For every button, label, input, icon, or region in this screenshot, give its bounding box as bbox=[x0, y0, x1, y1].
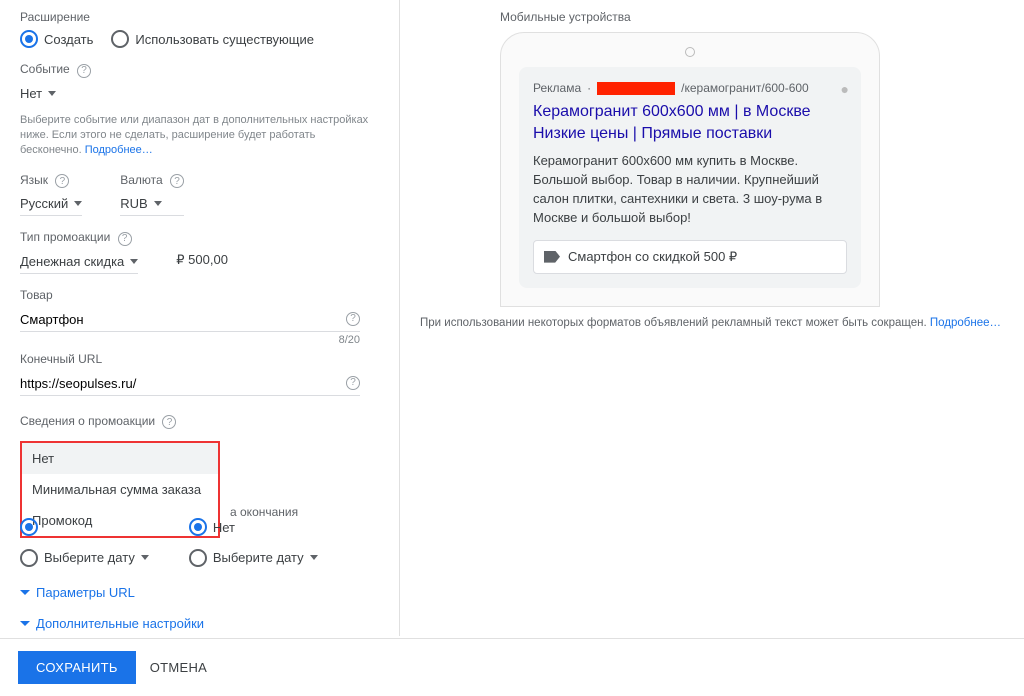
radio-icon bbox=[189, 549, 207, 567]
radio-icon bbox=[20, 549, 38, 567]
extension-label: Расширение bbox=[20, 10, 379, 24]
chevron-down-icon bbox=[141, 555, 149, 560]
chevron-down-icon bbox=[154, 201, 162, 206]
language-label: Язык ? bbox=[20, 173, 82, 189]
radio-use-existing[interactable]: Использовать существующие bbox=[111, 30, 314, 48]
product-label: Товар bbox=[20, 288, 379, 302]
radio-label: Использовать существующие bbox=[135, 32, 314, 47]
preview-panel: Мобильные устройства ● Реклама · /керамо… bbox=[400, 0, 1024, 636]
final-url-label: Конечный URL bbox=[20, 352, 379, 366]
radio-label: Выберите дату bbox=[213, 550, 304, 565]
promo-option-min-order[interactable]: Минимальная сумма заказа bbox=[22, 474, 218, 505]
radio-icon bbox=[20, 30, 38, 48]
help-icon[interactable]: ? bbox=[77, 64, 91, 78]
url-params-toggle[interactable]: Параметры URL bbox=[20, 585, 379, 600]
preview-label: Мобильные устройства bbox=[500, 10, 1004, 24]
redacted-domain bbox=[597, 82, 675, 95]
radio-label: Выберите дату bbox=[44, 550, 135, 565]
ad-url-row: Реклама · /керамогранит/600-600 bbox=[533, 81, 847, 95]
radio-create[interactable]: Создать bbox=[20, 30, 93, 48]
help-icon[interactable]: ? bbox=[162, 415, 176, 429]
advanced-settings-toggle[interactable]: Дополнительные настройки bbox=[20, 616, 379, 631]
chevron-down-icon bbox=[20, 621, 30, 626]
help-icon[interactable]: ? bbox=[118, 232, 132, 246]
radio-icon bbox=[189, 518, 207, 536]
promo-type-dropdown[interactable]: Денежная скидка bbox=[20, 250, 138, 274]
radio-icon bbox=[111, 30, 129, 48]
help-icon[interactable]: ? bbox=[346, 376, 360, 390]
help-icon[interactable]: ? bbox=[55, 174, 69, 188]
end-date-none-radio[interactable]: Нет bbox=[189, 518, 318, 536]
radio-label: Нет bbox=[213, 520, 235, 535]
ad-title: Керамогранит 600х600 мм | в Москве Низки… bbox=[533, 101, 847, 144]
chevron-down-icon bbox=[20, 590, 30, 595]
promo-amount[interactable]: ₽ 500,00 bbox=[176, 248, 228, 272]
chevron-down-icon bbox=[48, 91, 56, 96]
end-date-label: а окончания bbox=[230, 505, 298, 519]
form-panel: Расширение Создать Использовать существу… bbox=[0, 0, 400, 636]
tag-icon bbox=[544, 251, 560, 263]
radio-label: Создать bbox=[44, 32, 93, 47]
help-icon[interactable]: ? bbox=[170, 174, 184, 188]
product-counter: 8/20 bbox=[20, 334, 360, 346]
mobile-preview: ● Реклама · /керамогранит/600-600 Керамо… bbox=[500, 32, 880, 307]
learn-more-link[interactable]: Подробнее… bbox=[930, 317, 1001, 329]
ad-promo-extension: Смартфон со скидкой 500 ₽ bbox=[533, 240, 847, 274]
phone-speaker-icon bbox=[685, 47, 695, 57]
product-input[interactable] bbox=[20, 308, 360, 332]
ad-promo-text: Смартфон со скидкой 500 ₽ bbox=[568, 249, 737, 265]
chevron-down-icon bbox=[130, 259, 138, 264]
ad-badge: Реклама bbox=[533, 81, 581, 95]
promo-type-label: Тип промоакции ? bbox=[20, 230, 138, 246]
footer-bar: СОХРАНИТЬ ОТМЕНА bbox=[0, 638, 1024, 696]
info-icon[interactable]: ● bbox=[841, 81, 849, 97]
promo-option-none[interactable]: Нет bbox=[22, 443, 218, 474]
radio-icon bbox=[20, 518, 38, 536]
event-hint: Выберите событие или диапазон дат в допо… bbox=[20, 113, 379, 159]
currency-dropdown[interactable]: RUB bbox=[120, 192, 184, 216]
save-button[interactable]: СОХРАНИТЬ bbox=[18, 651, 136, 684]
ad-url-suffix: /керамогранит/600-600 bbox=[681, 81, 809, 95]
ad-card: ● Реклама · /керамогранит/600-600 Керамо… bbox=[519, 67, 861, 288]
currency-label: Валюта ? bbox=[120, 173, 184, 189]
final-url-input[interactable] bbox=[20, 372, 360, 396]
start-date-none-radio[interactable]: Нет bbox=[20, 518, 149, 536]
help-icon[interactable]: ? bbox=[346, 312, 360, 326]
language-dropdown[interactable]: Русский bbox=[20, 192, 82, 216]
cancel-button[interactable]: ОТМЕНА bbox=[150, 660, 207, 675]
event-label: Событие ? bbox=[20, 62, 379, 78]
chevron-down-icon bbox=[74, 201, 82, 206]
start-date-select-radio[interactable]: Выберите дату bbox=[20, 546, 149, 569]
end-date-select-radio[interactable]: Выберите дату bbox=[189, 546, 318, 569]
ad-description: Керамогранит 600х600 мм купить в Москве.… bbox=[533, 152, 847, 227]
preview-disclaimer: При использовании некоторых форматов объ… bbox=[420, 317, 1004, 329]
promo-details-label: Сведения о промоакции ? bbox=[20, 414, 379, 430]
learn-more-link[interactable]: Подробнее… bbox=[85, 144, 153, 156]
chevron-down-icon bbox=[310, 555, 318, 560]
event-dropdown[interactable]: Нет bbox=[20, 82, 70, 105]
extension-radio-group: Создать Использовать существующие bbox=[20, 30, 379, 48]
blank-label bbox=[176, 230, 228, 244]
